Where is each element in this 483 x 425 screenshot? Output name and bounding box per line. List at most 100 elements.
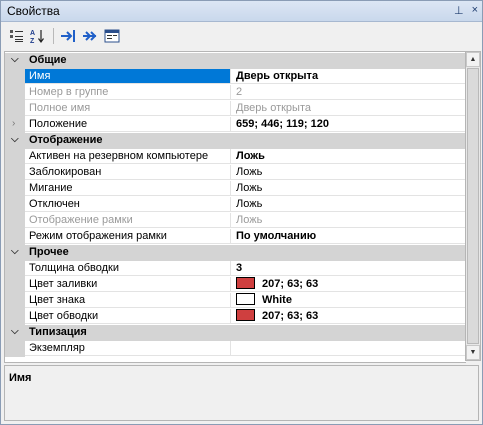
property-name[interactable]: Режим отображения рамки: [25, 229, 231, 244]
property-name[interactable]: Толщина обводки: [25, 261, 231, 276]
property-row[interactable]: Экземпляр: [5, 341, 466, 357]
property-value-text: 3: [236, 262, 243, 274]
category-row[interactable]: ⌵ Отображение: [5, 133, 466, 149]
description-title: Имя: [9, 372, 32, 384]
property-row[interactable]: Имя Дверь открыта: [5, 69, 466, 85]
property-name[interactable]: Цвет заливки: [25, 277, 231, 292]
property-row[interactable]: Режим отображения рамки По умолчанию: [5, 229, 466, 245]
property-value-text: Дверь открыта: [236, 70, 319, 82]
row-margin: ›: [5, 117, 25, 133]
property-name[interactable]: Имя: [25, 69, 231, 84]
chevron-down-icon[interactable]: ⌵: [11, 54, 19, 65]
panel-title: Свойства: [7, 4, 60, 18]
property-value[interactable]: Ложь: [231, 181, 466, 196]
row-margin: [5, 197, 25, 213]
category-label: Прочее: [29, 246, 69, 258]
property-row[interactable]: › Положение 659; 446; 119; 120: [5, 117, 466, 133]
row-margin: [5, 69, 25, 85]
chevron-right-icon[interactable]: ›: [12, 118, 15, 129]
sort-az-icon[interactable]: AZ: [28, 26, 48, 46]
property-value[interactable]: Дверь открыта: [231, 101, 466, 116]
property-value-text: 207; 63; 63: [262, 278, 319, 290]
vertical-scrollbar[interactable]: ▲ ▼: [465, 51, 481, 361]
property-name[interactable]: Положение: [25, 117, 231, 132]
property-name[interactable]: Экземпляр: [25, 341, 231, 356]
row-margin: [5, 293, 25, 309]
row-margin: [5, 101, 25, 117]
property-value[interactable]: 2: [231, 85, 466, 100]
category-row[interactable]: ⌵ Общие: [5, 53, 466, 69]
toolbar: AZ: [1, 22, 482, 51]
collapse-all-icon[interactable]: [58, 26, 78, 46]
property-row[interactable]: Отображение рамки Ложь: [5, 213, 466, 229]
property-value-text: Дверь открыта: [236, 102, 311, 114]
category-row[interactable]: ⌵ Типизация: [5, 325, 466, 341]
expand-all-icon[interactable]: [80, 26, 100, 46]
property-name[interactable]: Полное имя: [25, 101, 231, 116]
property-name[interactable]: Мигание: [25, 181, 231, 196]
chevron-down-icon[interactable]: ⌵: [11, 134, 19, 145]
property-pages-icon[interactable]: [102, 26, 122, 46]
property-row[interactable]: Мигание Ложь: [5, 181, 466, 197]
property-value-text: По умолчанию: [236, 230, 317, 242]
property-value[interactable]: 659; 446; 119; 120: [231, 117, 466, 132]
row-margin: [5, 277, 25, 293]
property-value-text: Ложь: [236, 166, 263, 178]
property-value[interactable]: White: [231, 293, 466, 308]
property-value-text: Ложь: [236, 182, 263, 194]
category-label: Общие: [29, 54, 67, 66]
property-row[interactable]: Цвет заливки 207; 63; 63: [5, 277, 466, 293]
property-row[interactable]: Активен на резервном компьютере Ложь: [5, 149, 466, 165]
property-row[interactable]: Полное имя Дверь открыта: [5, 101, 466, 117]
close-icon[interactable]: ×: [472, 4, 478, 17]
row-margin: [5, 261, 25, 277]
svg-text:Z: Z: [30, 38, 35, 44]
property-row[interactable]: Толщина обводки 3: [5, 261, 466, 277]
chevron-down-icon[interactable]: ⌵: [11, 326, 19, 337]
property-name[interactable]: Отключен: [25, 197, 231, 212]
property-grid: ⌵ Общие Имя Дверь открыта Номер в группе 2 Пол…: [4, 51, 466, 363]
pin-icon[interactable]: ⊥: [454, 4, 464, 17]
property-value[interactable]: 207; 63; 63: [231, 277, 466, 292]
category-label: Отображение: [29, 134, 103, 146]
title-bar: Свойства ⊥ ×: [1, 1, 482, 22]
property-row[interactable]: Номер в группе 2: [5, 85, 466, 101]
property-value-text: 659; 446; 119; 120: [236, 118, 329, 130]
property-name[interactable]: Цвет знака: [25, 293, 231, 308]
property-row[interactable]: Цвет знака White: [5, 293, 466, 309]
category-label: Типизация: [29, 326, 87, 338]
scroll-thumb[interactable]: [467, 68, 479, 344]
property-name[interactable]: Активен на резервном компьютере: [25, 149, 231, 164]
property-value[interactable]: 207; 63; 63: [231, 309, 466, 324]
property-value-text: Ложь: [236, 198, 263, 210]
property-value[interactable]: По умолчанию: [231, 229, 466, 244]
row-margin: [5, 181, 25, 197]
property-value-text: Ложь: [236, 150, 265, 162]
color-swatch: [236, 293, 255, 305]
properties-panel: Свойства ⊥ × AZ ⌵ Общие Имя Дверь открыта Но…: [0, 0, 483, 425]
scroll-down-icon[interactable]: ▼: [466, 345, 480, 360]
scroll-up-icon[interactable]: ▲: [466, 52, 480, 67]
property-row[interactable]: Отключен Ложь: [5, 197, 466, 213]
property-value[interactable]: [231, 341, 466, 356]
property-value[interactable]: Ложь: [231, 213, 466, 228]
property-value[interactable]: 3: [231, 261, 466, 276]
property-row[interactable]: Заблокирован Ложь: [5, 165, 466, 181]
row-margin: [5, 149, 25, 165]
categorized-icon[interactable]: [7, 26, 27, 46]
property-value[interactable]: Ложь: [231, 165, 466, 180]
property-name[interactable]: Заблокирован: [25, 165, 231, 180]
property-row[interactable]: Цвет обводки 207; 63; 63: [5, 309, 466, 325]
property-name[interactable]: Отображение рамки: [25, 213, 231, 228]
color-swatch: [236, 277, 255, 289]
description-pane: Имя: [4, 365, 479, 421]
property-name[interactable]: Номер в группе: [25, 85, 231, 100]
property-value-text: White: [262, 294, 292, 306]
property-value[interactable]: Ложь: [231, 149, 466, 164]
category-row[interactable]: ⌵ Прочее: [5, 245, 466, 261]
property-value[interactable]: Ложь: [231, 197, 466, 212]
property-value[interactable]: Дверь открыта: [231, 69, 466, 84]
property-name[interactable]: Цвет обводки: [25, 309, 231, 324]
row-margin: [5, 229, 25, 245]
chevron-down-icon[interactable]: ⌵: [11, 246, 19, 257]
